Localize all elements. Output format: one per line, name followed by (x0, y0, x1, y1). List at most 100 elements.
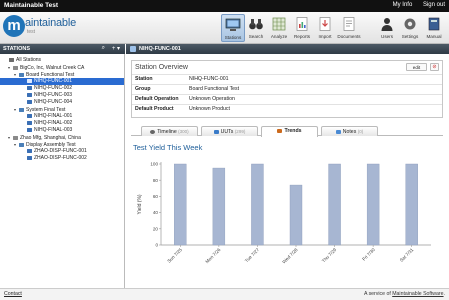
toolbar-stations-button[interactable]: Stations (221, 14, 245, 42)
stations-icon (225, 18, 241, 31)
y-tick-label: 20 (153, 226, 159, 231)
document-icon (343, 17, 355, 31)
footer: Contact A service of Maintainable Softwa… (0, 288, 449, 300)
tab-uuts[interactable]: UUTs (299) (201, 126, 258, 136)
station-tabs: Timeline (300) UUTs (299) Trends Notes (… (131, 126, 443, 137)
app-title: Maintainable Test (4, 2, 59, 9)
tree-item-label: NIHQ-FUNC-002 (34, 85, 73, 91)
station-icon (27, 127, 32, 132)
footer-credit: A service of Maintainable Software. (363, 291, 445, 297)
logo-m-icon: m (3, 15, 25, 37)
chart-bar (212, 167, 226, 246)
y-tick-label: 40 (153, 210, 159, 215)
yield-bar-chart: 0 20 40 60 80 100 Yield (%) Sun 7/25 Mon 7/26 Tue… (137, 162, 431, 265)
x-tick-label: Sat 7/31 (399, 247, 415, 263)
gear-icon (404, 18, 416, 30)
tree-item-label: NIHQ-FUNC-001 (34, 78, 73, 84)
stations-add-icon[interactable]: + ▾ (112, 45, 120, 52)
overview-close-icon[interactable]: ⊘ (430, 63, 439, 71)
x-tick-label: Tue 7/27 (244, 247, 261, 264)
toolbar-manual-button[interactable]: Manual (422, 14, 446, 42)
edit-button[interactable]: edit (406, 63, 427, 71)
overview-row: Group Board Functional Test (132, 84, 442, 94)
x-tick-label: Fri 7/30 (361, 247, 376, 262)
station-tree-item[interactable]: NIHQ-FINAL-003 (0, 127, 124, 134)
toolbar-analyze-button[interactable]: Analyze (267, 14, 291, 42)
station-tree-item[interactable]: NIHQ-FUNC-004 (0, 99, 124, 106)
my-info-link[interactable]: My Info (393, 2, 413, 8)
stations-panel-header: STATIONS ⌕ + ▾ (0, 44, 125, 54)
chart-bar (251, 163, 264, 246)
timeline-icon (150, 129, 156, 134)
logo-word: aintainable (25, 17, 77, 29)
tab-timeline[interactable]: Timeline (300) (141, 126, 198, 136)
station-title: NIHQ-FUNC-001 (139, 46, 181, 52)
station-icon (27, 113, 32, 118)
tree-group-item[interactable]: ▾ Display Assembly Test (0, 141, 124, 148)
station-tree-item[interactable]: NIHQ-FUNC-002 (0, 85, 124, 92)
station-icon (27, 92, 32, 97)
y-tick-label: 0 (155, 243, 158, 248)
binoculars-icon (249, 19, 263, 30)
stations-tree: All Stations ▾ BigCo, Inc, Walnut Creek CA… (0, 54, 125, 288)
station-icon (130, 46, 136, 52)
tree-group-item[interactable]: ▾ System Final Test (0, 106, 124, 113)
overview-row: Station NIHQ-FUNC-001 (132, 74, 442, 84)
toolbar-settings-button[interactable]: Settings (398, 14, 422, 42)
tree-group-item[interactable]: ▾ Board Functional Test (0, 71, 124, 78)
chart-bar (174, 163, 187, 246)
chart-bar (328, 163, 341, 246)
station-tree-item[interactable]: NIHQ-FUNC-003 (0, 92, 124, 99)
main-header: NIHQ-FUNC-001 (126, 44, 449, 54)
overview-title: Station Overview (135, 64, 188, 71)
folder-icon (19, 107, 24, 112)
y-axis-label: Yield (%) (137, 194, 143, 214)
folder-icon (19, 72, 24, 77)
tree-item-label: NIHQ-FINAL-002 (34, 120, 73, 126)
y-tick-label: 80 (153, 178, 159, 183)
station-overview-panel: Station Overview edit ⊘ Station NIHQ-FUN… (131, 60, 443, 118)
station-tree-item[interactable]: ZHAO-DISP-FUNC-002 (0, 155, 124, 162)
logo-subtitle: test (27, 29, 36, 35)
tree-item-label: ZHAO-DISP-FUNC-002 (34, 155, 87, 161)
y-tick-label: 100 (150, 162, 158, 167)
sign-out-link[interactable]: Sign out (423, 2, 445, 8)
top-links: My Info Sign out (384, 2, 445, 8)
station-tree-item[interactable]: NIHQ-FINAL-002 (0, 120, 124, 127)
toolbar-documents-button[interactable]: Documents (337, 14, 361, 42)
x-tick-label: Wed 7/28 (281, 247, 299, 265)
tree-item-label: NIHQ-FINAL-001 (34, 113, 73, 119)
logo[interactable]: m aintainable test (3, 15, 76, 41)
tree-item-label: NIHQ-FUNC-004 (34, 99, 73, 105)
station-tree-item[interactable]: ZHAO-DISP-FUNC-001 (0, 148, 124, 155)
overview-row: Default Product Unknown Product (132, 104, 442, 114)
tree-group-item[interactable]: ▾ Zhao Mfg, Shanghai, China (0, 134, 124, 141)
tree-item-label: NIHQ-FUNC-003 (34, 92, 73, 98)
trends-icon (277, 128, 283, 133)
tree-group-item[interactable]: All Stations (0, 57, 124, 64)
chart-bar (289, 184, 303, 246)
station-tree-item[interactable]: NIHQ-FUNC-001 (0, 78, 124, 85)
station-icon (27, 85, 32, 90)
contact-link[interactable]: Contact (4, 289, 22, 300)
grid-icon (272, 17, 286, 31)
company-icon (13, 65, 18, 70)
notes-icon (335, 129, 341, 134)
toolbar-reports-button[interactable]: Reports (290, 14, 314, 42)
chart-bar (405, 163, 418, 246)
tab-notes[interactable]: Notes (0) (321, 126, 378, 136)
company-icon (13, 135, 18, 140)
tree-group-item[interactable]: ▾ BigCo, Inc, Walnut Creek CA (0, 64, 124, 71)
report-icon (296, 17, 308, 31)
toolbar-search-button[interactable]: Search (244, 14, 268, 42)
station-tree-item[interactable]: NIHQ-FINAL-001 (0, 113, 124, 120)
chart-bar (366, 163, 380, 246)
top-bar: Maintainable Test My Info Sign out (0, 0, 449, 12)
stations-search-icon[interactable]: ⌕ (102, 45, 105, 52)
maintainable-software-link[interactable]: Maintainable Software (392, 291, 443, 297)
toolbar-users-button[interactable]: Users (375, 14, 399, 42)
tree-item-label: All Stations (16, 57, 42, 63)
tab-trends[interactable]: Trends (261, 126, 318, 137)
folder-icon (19, 142, 24, 147)
toolbar-import-button[interactable]: Import (313, 14, 337, 42)
